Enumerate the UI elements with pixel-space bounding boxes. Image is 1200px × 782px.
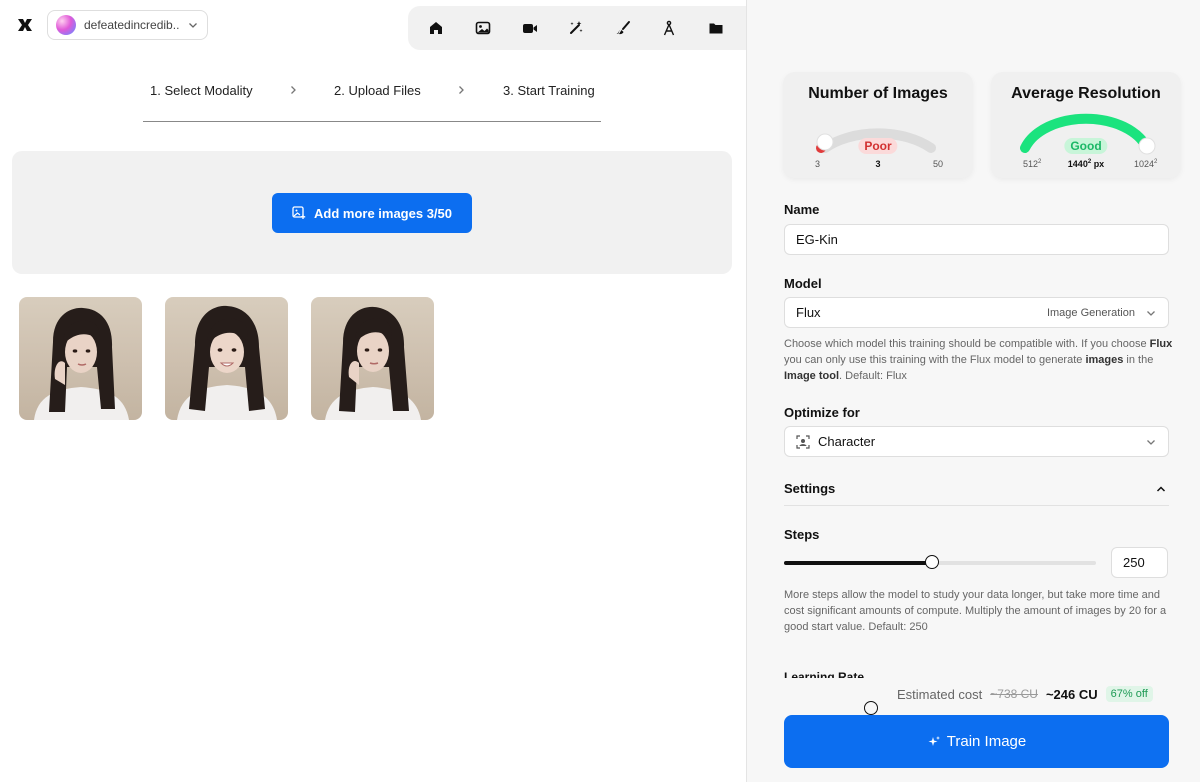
step-start-training[interactable]: 3. Start Training bbox=[503, 83, 595, 98]
settings-label: Settings bbox=[784, 481, 836, 496]
original-cost: ~738 CU bbox=[990, 687, 1038, 701]
chevron-down-icon bbox=[1147, 310, 1155, 316]
chevron-down-icon bbox=[189, 23, 197, 28]
image-thumbnail[interactable] bbox=[311, 297, 434, 420]
portrait-image bbox=[34, 307, 129, 420]
image-tool-button[interactable] bbox=[471, 16, 495, 40]
magic-wand-icon bbox=[570, 21, 583, 34]
add-more-images-label: Add more images 3/50 bbox=[314, 205, 452, 221]
home-icon bbox=[430, 22, 442, 34]
paint-tool-button[interactable] bbox=[611, 16, 635, 40]
average-resolution-card: Average Resolution Good 5122 14402 px 10… bbox=[991, 72, 1181, 178]
chevron-down-icon bbox=[1147, 439, 1155, 445]
step-select-modality[interactable]: 1. Select Modality bbox=[150, 83, 253, 98]
chevron-right-icon bbox=[291, 86, 296, 94]
model-category: Image Generation bbox=[1046, 306, 1135, 319]
steps-slider-fill bbox=[784, 561, 933, 565]
model-select-value: Flux bbox=[796, 305, 821, 320]
name-label: Name bbox=[784, 202, 820, 217]
training-steps: 1. Select Modality 2. Upload Files 3. St… bbox=[143, 82, 601, 122]
name-input[interactable]: EG-Kin bbox=[784, 224, 1169, 255]
images-value: 3 bbox=[875, 159, 881, 169]
optimize-for-select[interactable]: Character bbox=[784, 426, 1169, 457]
portrait-image bbox=[177, 305, 277, 420]
name-input-value: EG-Kin bbox=[796, 232, 838, 247]
resolution-value: 14402 px bbox=[1067, 159, 1105, 169]
chevron-right-icon bbox=[459, 86, 464, 94]
model-select[interactable]: Flux Image Generation bbox=[784, 297, 1169, 328]
images-quality-badge: Poor bbox=[858, 138, 898, 154]
image-thumbnail[interactable] bbox=[165, 297, 288, 420]
image-icon bbox=[475, 21, 491, 35]
workspace-selector[interactable]: defeatedincredib... bbox=[47, 10, 208, 40]
settings-toggle[interactable]: Settings bbox=[784, 476, 1169, 506]
training-settings-panel: Number of Images Poor 3 3 50 Average Res… bbox=[746, 0, 1200, 782]
number-of-images-card: Number of Images Poor 3 3 50 bbox=[783, 72, 973, 178]
steps-slider-handle[interactable] bbox=[925, 555, 940, 569]
train-image-button[interactable]: Train Image bbox=[784, 715, 1169, 768]
mouse-cursor bbox=[864, 701, 878, 715]
steps-input-value: 250 bbox=[1123, 555, 1145, 570]
average-resolution-title: Average Resolution bbox=[1011, 85, 1161, 102]
steps-slider[interactable] bbox=[784, 555, 1096, 569]
video-tool-button[interactable] bbox=[518, 16, 542, 40]
estimated-cost-label: Estimated cost bbox=[897, 686, 983, 702]
optimize-for-label: Optimize for bbox=[784, 405, 860, 420]
compass-icon bbox=[663, 20, 675, 36]
workspace-name: defeatedincredib... bbox=[84, 18, 179, 32]
step-upload-files[interactable]: 2. Upload Files bbox=[334, 83, 421, 98]
resolution-min: 5122 bbox=[1023, 159, 1042, 169]
image-thumbnail[interactable] bbox=[19, 297, 142, 420]
discount-badge: 67% off bbox=[1105, 686, 1153, 702]
main-toolbar bbox=[408, 6, 802, 50]
vector-tool-button[interactable] bbox=[657, 16, 681, 40]
train-image-label: Train Image bbox=[946, 733, 1027, 750]
number-of-images-title: Number of Images bbox=[808, 85, 948, 102]
portrait-image bbox=[325, 306, 421, 420]
estimated-cost: Estimated cost ~738 CU ~246 CU 67% off bbox=[897, 684, 1153, 704]
add-more-images-button[interactable]: Add more images 3/50 bbox=[272, 193, 472, 233]
model-help-text: Choose which model this training should … bbox=[784, 338, 1173, 382]
learning-rate-label: Learning Rate bbox=[784, 670, 865, 678]
resolution-max: 10242 bbox=[1134, 159, 1158, 169]
upload-dropzone[interactable]: Add more images 3/50 bbox=[12, 151, 732, 274]
character-icon bbox=[796, 434, 810, 449]
chevron-up-icon bbox=[1156, 486, 1166, 492]
optimize-for-value: Character bbox=[818, 434, 876, 449]
enhance-tool-button[interactable] bbox=[564, 16, 588, 40]
files-button[interactable] bbox=[704, 16, 728, 40]
brush-icon bbox=[616, 21, 630, 35]
steps-input[interactable]: 250 bbox=[1111, 547, 1168, 578]
add-image-icon bbox=[292, 206, 306, 219]
model-label: Model bbox=[784, 276, 822, 291]
app-root: defeatedincredib... 1. Select Modality 2… bbox=[0, 0, 1200, 782]
steps-help-text: More steps allow the model to study your… bbox=[784, 589, 1167, 633]
images-min: 3 bbox=[815, 159, 821, 169]
resolution-quality-badge: Good bbox=[1064, 138, 1108, 154]
brand-logo-icon[interactable] bbox=[16, 16, 34, 34]
workspace-avatar bbox=[56, 15, 76, 35]
images-max: 50 bbox=[933, 159, 944, 169]
uploaded-images bbox=[19, 297, 434, 420]
discounted-cost: ~246 CU bbox=[1045, 686, 1098, 702]
folder-icon bbox=[709, 23, 723, 34]
steps-label: Steps bbox=[784, 527, 820, 542]
video-icon bbox=[523, 24, 537, 33]
home-button[interactable] bbox=[424, 16, 448, 40]
sparkle-icon bbox=[928, 735, 940, 746]
